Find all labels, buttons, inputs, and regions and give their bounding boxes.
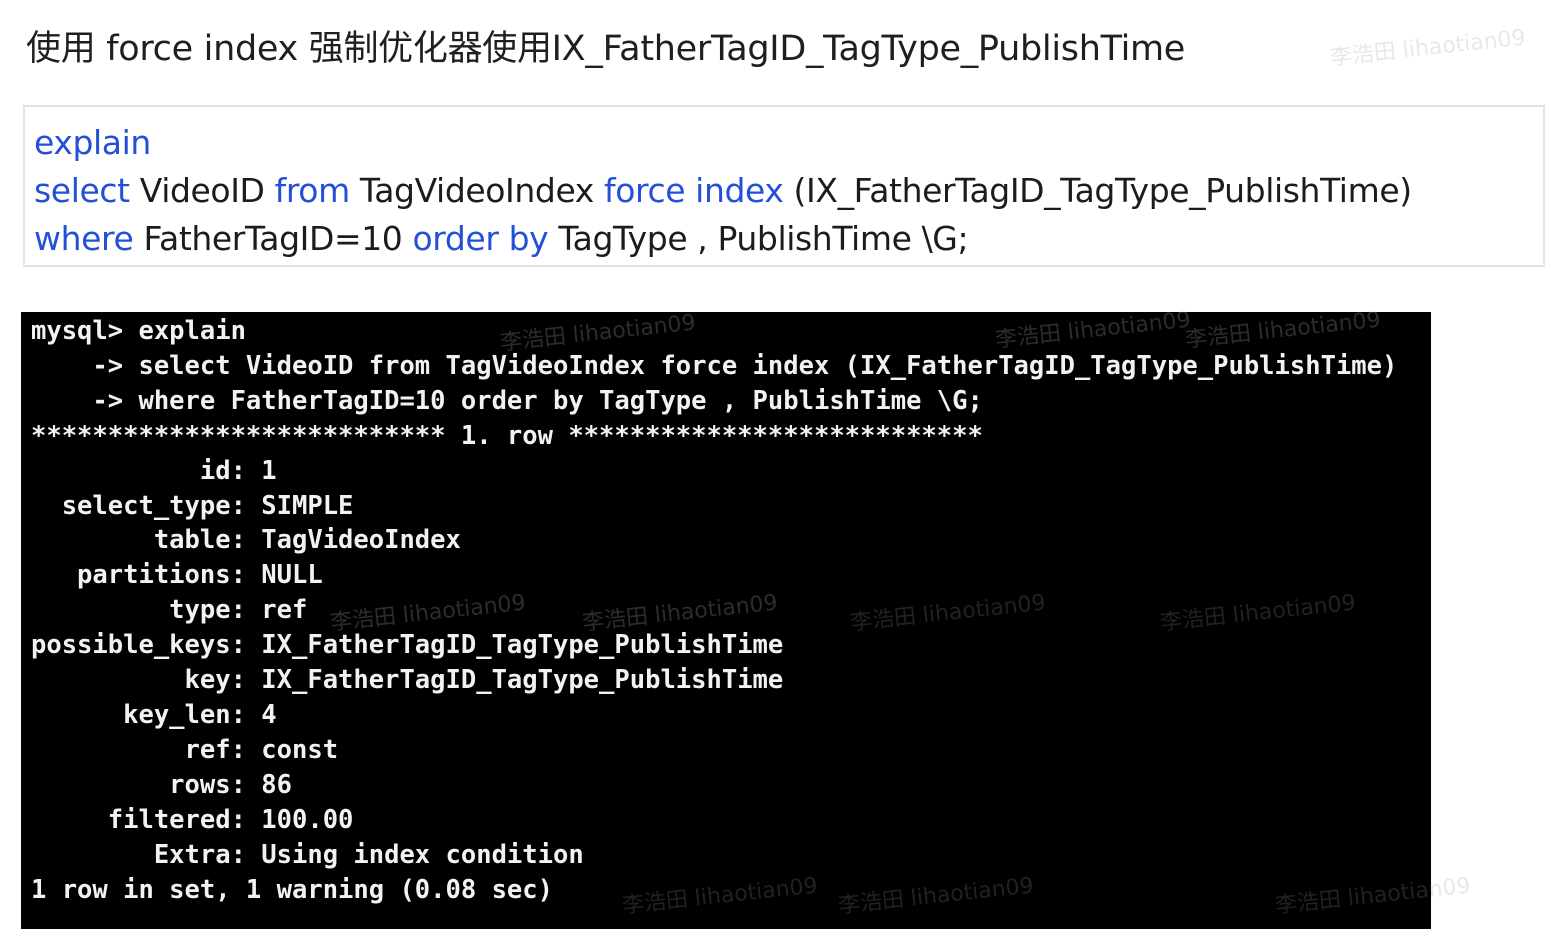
page-title: 使用 force index 强制优化器使用IX_FatherTagID_Tag…: [26, 29, 1186, 69]
sql-text: VideoID: [129, 171, 275, 210]
sql-text: TagType , PublishTime \G;: [548, 219, 969, 258]
watermark: 李浩田 lihaotian09: [1328, 25, 1527, 71]
terminal-line: key: IX_FatherTagID_TagType_PublishTime: [31, 665, 784, 696]
sql-keyword: explain: [34, 123, 151, 162]
terminal-line: *************************** 1. row *****…: [31, 420, 983, 451]
terminal-line: id: 1: [31, 455, 277, 486]
terminal-line: possible_keys: IX_FatherTagID_TagType_Pu…: [31, 630, 784, 661]
terminal-line: mysql> explain: [31, 316, 246, 346]
terminal-line: table: TagVideoIndex: [31, 525, 461, 556]
terminal-line: partitions: NULL: [31, 560, 323, 591]
terminal-line: filtered: 100.00: [31, 804, 354, 835]
terminal-line: rows: 86: [31, 769, 292, 800]
sql-keyword: from: [274, 171, 351, 210]
sql-keyword: select: [34, 171, 130, 210]
terminal-line: ref: const: [31, 734, 339, 765]
sql-keyword: order by: [412, 219, 549, 258]
sql-text: (IX_FatherTagID_TagType_PublishTime): [783, 171, 1413, 210]
sql-text: FatherTagID=10: [133, 219, 413, 258]
sql-line-where: where FatherTagID=10 order by TagType , …: [34, 215, 1543, 263]
terminal-line: Extra: Using index condition: [31, 839, 584, 870]
terminal-line: key_len: 4: [31, 699, 277, 730]
sql-line-explain: explain: [34, 119, 1543, 167]
terminal-line: select_type: SIMPLE: [31, 490, 354, 521]
terminal-line: type: ref: [31, 595, 308, 626]
terminal-line: 1 row in set, 1 warning (0.08 sec): [31, 874, 553, 905]
sql-code-block: explain select VideoID from TagVideoInde…: [23, 105, 1545, 267]
sql-keyword: force index: [604, 171, 784, 210]
sql-keyword: where: [34, 219, 134, 258]
terminal-line: -> where FatherTagID=10 order by TagType…: [31, 385, 983, 416]
sql-line-select: select VideoID from TagVideoIndex force …: [34, 167, 1543, 215]
sql-text: TagVideoIndex: [349, 171, 604, 210]
terminal-output: mysql> explain -> select VideoID from Ta…: [21, 312, 1431, 929]
terminal-line: -> select VideoID from TagVideoIndex for…: [31, 350, 1398, 381]
